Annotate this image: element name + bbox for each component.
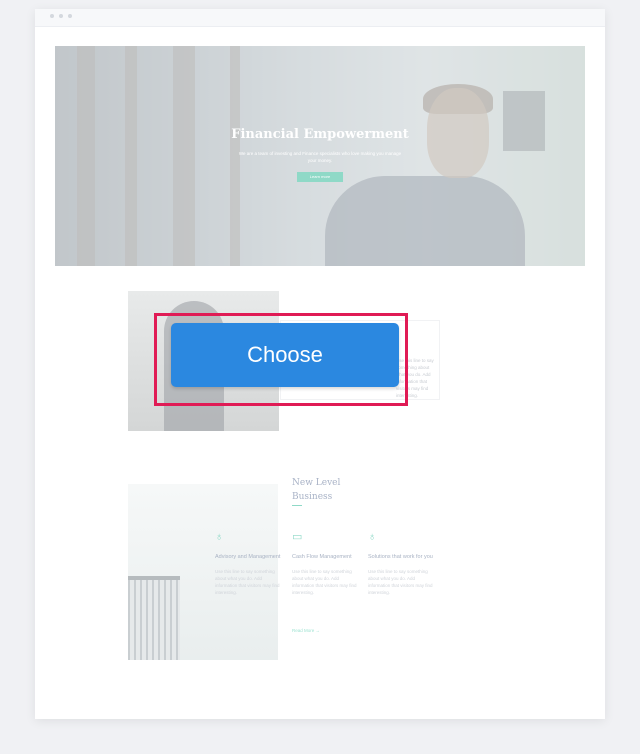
service-description: Use this line to say something about wha… [215,569,280,595]
hero-banner: Financial Empowerment We are a team of i… [55,46,585,266]
service-title: Solutions that work for you [368,554,433,560]
monitor-icon: ▭ [292,531,303,543]
lightbulb-icon: ♁ [215,531,224,543]
section-title: New Level Business [292,478,341,502]
service-item: ♁ Solutions that work for you Use this l… [368,530,436,596]
read-more-link[interactable]: Read More → [292,628,320,633]
hero-learn-more-button[interactable]: Learn more [297,172,343,182]
choose-button[interactable]: Choose [171,323,399,387]
service-title: Cash Flow Management [292,554,352,560]
window-chrome [35,9,605,27]
window-dot [59,14,63,18]
service-description: Use this line to say something about wha… [292,569,357,595]
service-item: ♁ Advisory and Management Use this line … [215,530,283,596]
window-dot [50,14,54,18]
service-item: ▭ Cash Flow Management Use this line to … [292,530,360,596]
hero-subtitle: We are a team of investing and Finance s… [238,151,402,163]
window-dot [68,14,72,18]
building-tower [128,576,180,660]
carousel-dots [315,260,325,266]
moneybag-icon: ♁ [368,531,377,543]
service-description: Use this line to say something about wha… [368,569,433,595]
building-tower-top [128,576,180,580]
section-title-underline [292,505,302,506]
service-title: Advisory and Management [215,554,281,560]
hero-title: Financial Empowerment [231,127,409,142]
